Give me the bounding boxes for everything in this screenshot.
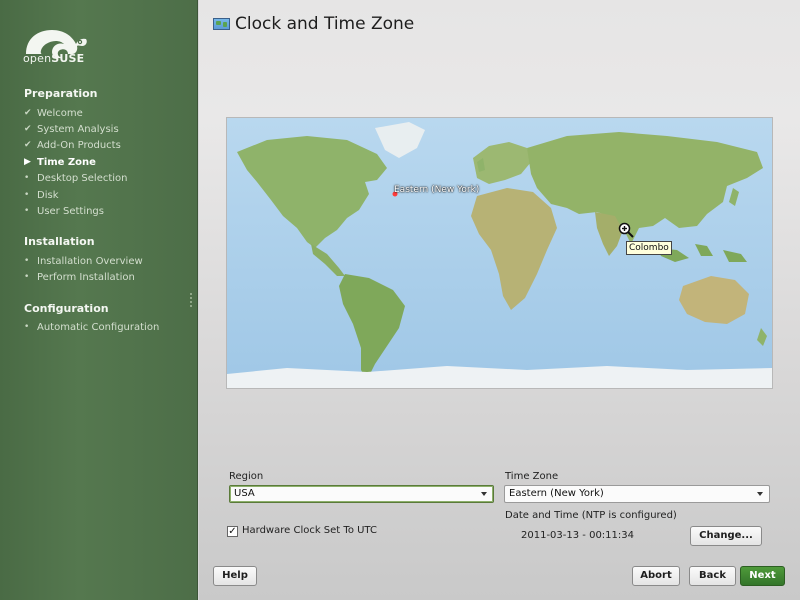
step-label: Time Zone	[37, 156, 96, 168]
sidebar: openSUSE Preparation ✔ Welcome ✔ System …	[0, 0, 198, 600]
bullet-icon: •	[24, 322, 30, 332]
change-datetime-button[interactable]: Change...	[690, 526, 762, 546]
step-add-on-products: ✔ Add-On Products	[24, 138, 121, 152]
selected-zone-map-label: Eastern (New York)	[394, 185, 480, 195]
back-button[interactable]: Back	[689, 566, 736, 586]
hwclock-utc-checkbox[interactable]: ✓	[227, 526, 238, 537]
region-value: USA	[234, 488, 255, 499]
next-button[interactable]: Next	[740, 566, 785, 586]
bullet-icon: •	[24, 206, 30, 216]
world-map-graphic[interactable]	[227, 118, 773, 389]
hwclock-utc-label: Hardware Clock Set To UTC	[242, 525, 377, 536]
bullet-icon: •	[24, 190, 30, 200]
step-label: Disk	[37, 189, 59, 201]
step-perform-installation: • Perform Installation	[24, 270, 135, 284]
step-label: User Settings	[37, 205, 104, 217]
map-hover-tooltip: Colombo	[626, 241, 672, 255]
step-label: Installation Overview	[37, 255, 143, 267]
datetime-value: 2011-03-13 - 00:11:34	[521, 530, 634, 541]
check-icon: ✔	[24, 124, 32, 134]
timezone-value: Eastern (New York)	[509, 488, 604, 499]
timezone-label: Time Zone	[505, 471, 559, 482]
step-label: Perform Installation	[37, 271, 135, 283]
region-label: Region	[229, 471, 264, 482]
step-label: Add-On Products	[37, 139, 121, 151]
step-label: Desktop Selection	[37, 172, 128, 184]
dropdown-arrow-icon	[757, 492, 763, 496]
current-step-arrow-icon: ▶	[24, 157, 31, 167]
datetime-label: Date and Time (NTP is configured)	[505, 510, 677, 521]
abort-button[interactable]: Abort	[632, 566, 680, 586]
bullet-icon: •	[24, 256, 30, 266]
step-system-analysis: ✔ System Analysis	[24, 122, 119, 136]
section-title-configuration: Configuration	[24, 302, 109, 315]
page-title: Clock and Time Zone	[235, 14, 415, 34]
step-desktop-selection: • Desktop Selection	[24, 171, 128, 185]
time-zone-world-map[interactable]: Eastern (New York) Colombo	[226, 117, 773, 389]
magnifier-plus-icon	[618, 222, 634, 238]
step-label: System Analysis	[37, 123, 119, 135]
check-icon: ✔	[24, 140, 32, 150]
section-title-installation: Installation	[24, 235, 95, 248]
step-installation-overview: • Installation Overview	[24, 254, 143, 268]
step-welcome: ✔ Welcome	[24, 106, 83, 120]
step-user-settings: • User Settings	[24, 204, 104, 218]
bullet-icon: •	[24, 173, 30, 183]
step-label: Automatic Configuration	[37, 321, 160, 333]
timezone-combobox[interactable]: Eastern (New York)	[504, 485, 770, 503]
dropdown-arrow-icon	[481, 492, 487, 496]
opensuse-wordmark: openSUSE	[23, 52, 85, 65]
main-panel: Clock and Time Zone Eastern (New York) C…	[199, 0, 800, 600]
section-title-preparation: Preparation	[24, 87, 98, 100]
check-icon: ✔	[24, 108, 32, 118]
bullet-icon: •	[24, 272, 30, 282]
world-map-icon	[213, 18, 230, 30]
splitter-grip[interactable]	[190, 293, 193, 307]
region-combobox[interactable]: USA	[229, 485, 494, 503]
step-label: Welcome	[37, 107, 83, 119]
help-button[interactable]: Help	[213, 566, 257, 586]
step-automatic-configuration: • Automatic Configuration	[24, 320, 159, 334]
step-time-zone: ▶ Time Zone	[24, 155, 96, 169]
step-disk: • Disk	[24, 188, 58, 202]
